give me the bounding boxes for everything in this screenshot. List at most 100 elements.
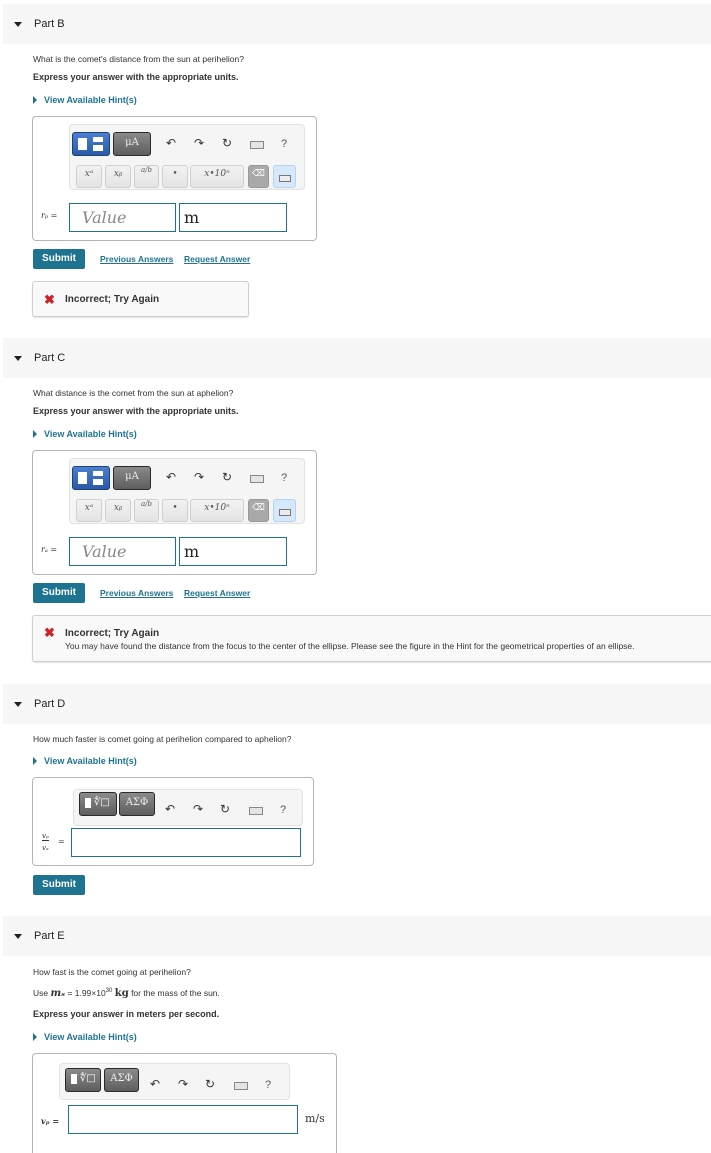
ratio-input[interactable] <box>71 828 301 857</box>
given-suffix: for the mass of the sun. <box>131 988 220 998</box>
view-hints-link[interactable]: View Available Hint(s) <box>33 1032 137 1042</box>
symbols-units-button[interactable]: μA <box>113 132 151 156</box>
keyboard-icon[interactable] <box>249 807 263 815</box>
expand-arrow-icon <box>33 430 37 438</box>
redo-icon[interactable]: ↷ <box>192 470 206 484</box>
keyboard-toggle-key[interactable] <box>273 499 296 522</box>
part-b-header[interactable]: Part B <box>3 4 711 44</box>
undo-icon[interactable]: ↶ <box>148 1077 162 1091</box>
reset-icon[interactable]: ↻ <box>203 1077 217 1091</box>
superscript-key[interactable]: xᵃ <box>76 165 102 188</box>
templates-icon-detail <box>93 471 103 476</box>
value-input[interactable]: Value <box>69 203 176 232</box>
math-toolbar: ∜□ ΑΣΦ ↶ ↷ ↻ ? <box>59 1063 290 1100</box>
question-text: What distance is the comet from the sun … <box>33 388 234 398</box>
request-answer-link[interactable]: Request Answer <box>184 588 250 598</box>
view-hints-link[interactable]: View Available Hint(s) <box>33 756 137 766</box>
undo-icon[interactable]: ↶ <box>164 470 178 484</box>
reset-icon[interactable]: ↻ <box>220 470 234 484</box>
feedback-title: Incorrect; Try Again <box>65 628 160 639</box>
submit-button[interactable]: Submit <box>33 249 85 269</box>
question-text: How much faster is comet going at perihe… <box>33 734 292 744</box>
previous-answers-link[interactable]: Previous Answers <box>100 254 173 264</box>
velocity-input[interactable] <box>68 1105 298 1134</box>
undo-icon[interactable]: ↶ <box>164 136 178 150</box>
keyboard-icon[interactable] <box>250 475 264 483</box>
given-prefix: Use <box>33 988 49 998</box>
fraction-denominator: vₐ <box>42 844 49 852</box>
unit-input[interactable]: m <box>179 537 287 566</box>
superscript-key[interactable]: xᵃ <box>76 499 102 522</box>
part-c-header[interactable]: Part C <box>3 338 711 378</box>
dot-key[interactable]: • <box>162 499 188 522</box>
request-answer-link[interactable]: Request Answer <box>184 254 250 264</box>
templates-button[interactable]: ∜□ <box>65 1068 101 1092</box>
subscript-key[interactable]: xᵦ <box>105 499 131 522</box>
radical-icon: ∜□ <box>94 797 110 808</box>
variable-label: rₚ = <box>41 211 58 220</box>
variable-label: rₐ = <box>41 545 58 554</box>
hint-label: View Available Hint(s) <box>44 756 137 766</box>
collapse-triangle-icon <box>14 701 22 707</box>
view-hints-link[interactable]: View Available Hint(s) <box>33 429 137 439</box>
subscript-key[interactable]: xᵦ <box>105 165 131 188</box>
instruction-text: Express your answer with the appropriate… <box>33 72 239 82</box>
scientific-notation-key[interactable]: x•10ⁿ <box>190 499 244 522</box>
templates-button[interactable] <box>72 466 110 490</box>
error-x-icon: ✖ <box>44 625 55 640</box>
keyboard-icon[interactable] <box>250 141 264 149</box>
redo-icon[interactable]: ↷ <box>192 136 206 150</box>
hint-label: View Available Hint(s) <box>44 95 137 105</box>
part-e-header[interactable]: Part E <box>3 916 711 956</box>
fraction-key[interactable]: a/b <box>134 165 159 188</box>
redo-icon[interactable]: ↷ <box>176 1077 190 1091</box>
part-title: Part B <box>34 18 65 30</box>
part-d-header[interactable]: Part D <box>3 684 711 724</box>
math-toolbar: μA ↶ ↷ ↻ ? xᵃ xᵦ a/b • x•10ⁿ ⌫ <box>69 124 305 190</box>
question-text: What is the comet's distance from the su… <box>33 54 244 64</box>
redo-icon[interactable]: ↷ <box>191 802 205 816</box>
templates-button[interactable]: ∜□ <box>79 792 117 816</box>
value-input[interactable]: Value <box>69 537 176 566</box>
keyboard-icon[interactable] <box>234 1082 248 1090</box>
keyboard-icon <box>279 509 291 516</box>
help-icon[interactable]: ? <box>281 472 287 484</box>
unit-input[interactable]: m <box>179 203 287 232</box>
collapse-triangle-icon <box>14 355 22 361</box>
dot-key[interactable]: • <box>162 165 188 188</box>
help-icon[interactable]: ? <box>280 804 286 816</box>
templates-button[interactable] <box>72 132 110 156</box>
scientific-notation-key[interactable]: x•10ⁿ <box>190 165 244 188</box>
part-title: Part E <box>34 930 65 942</box>
keyboard-icon <box>279 175 291 182</box>
answer-box: ∜□ ΑΣΦ ↶ ↷ ↻ ? vₚ vₐ = <box>32 777 314 866</box>
sun-mass-symbol: mₛ <box>50 988 66 999</box>
view-hints-link[interactable]: View Available Hint(s) <box>33 95 137 105</box>
submit-button[interactable]: Submit <box>33 875 85 895</box>
keyboard-toggle-key[interactable] <box>273 165 296 188</box>
previous-answers-link[interactable]: Previous Answers <box>100 588 173 598</box>
templates-icon-detail2 <box>93 479 103 485</box>
templates-icon <box>78 472 87 484</box>
greek-symbols-button[interactable]: ΑΣΦ <box>119 792 155 816</box>
reset-icon[interactable]: ↻ <box>220 136 234 150</box>
backspace-key[interactable]: ⌫ <box>248 499 269 522</box>
instruction-text: Express your answer with the appropriate… <box>33 406 239 416</box>
reset-icon[interactable]: ↻ <box>218 802 232 816</box>
backspace-key[interactable]: ⌫ <box>248 165 269 188</box>
expand-arrow-icon <box>33 757 37 765</box>
math-toolbar: ∜□ ΑΣΦ ↶ ↷ ↻ ? <box>73 789 303 826</box>
help-icon[interactable]: ? <box>281 138 287 150</box>
greek-symbols-button[interactable]: ΑΣΦ <box>104 1068 139 1092</box>
fraction-numerator: vₚ <box>42 832 49 841</box>
undo-icon[interactable]: ↶ <box>163 802 177 816</box>
math-toolbar: μA ↶ ↷ ↻ ? xᵃ xᵦ a/b • x•10ⁿ ⌫ <box>69 458 305 524</box>
symbols-units-button[interactable]: μA <box>113 466 151 490</box>
fraction-key[interactable]: a/b <box>134 499 159 522</box>
help-icon[interactable]: ? <box>265 1079 271 1091</box>
part-title: Part C <box>34 352 66 364</box>
given-text: Use mₛ = 1.99×1030 kg for the mass of th… <box>33 988 220 999</box>
sun-mass-exponent: 30 <box>105 988 113 995</box>
answer-box: μA ↶ ↷ ↻ ? xᵃ xᵦ a/b • x•10ⁿ ⌫ rₐ = Valu… <box>32 450 317 575</box>
submit-button[interactable]: Submit <box>33 583 85 603</box>
